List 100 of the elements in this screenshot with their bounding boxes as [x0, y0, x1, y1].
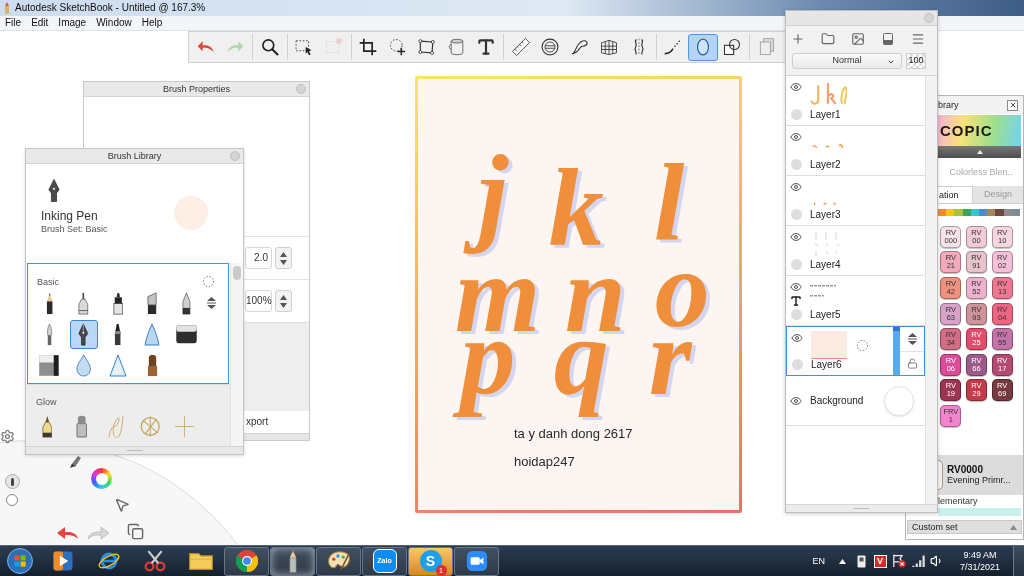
hue-swatch-icon[interactable] — [987, 209, 996, 216]
stepper-control[interactable] — [275, 247, 292, 269]
background-color-icon[interactable] — [884, 385, 914, 416]
visibility-eye-icon[interactable] — [790, 181, 802, 193]
scrollbar[interactable] — [230, 263, 243, 446]
hue-swatch-icon[interactable] — [995, 209, 1004, 216]
layer-icon[interactable] — [881, 32, 895, 46]
signal-icon[interactable] — [911, 555, 925, 567]
tray-arrow-icon[interactable] — [838, 558, 846, 564]
pages-icon[interactable] — [127, 523, 144, 540]
pointer-icon[interactable] — [114, 497, 130, 513]
value-field[interactable]: 2.0 — [245, 247, 272, 269]
show-desktop-button[interactable] — [1013, 546, 1024, 576]
taskbar-button[interactable] — [454, 546, 499, 576]
close-button[interactable] — [1007, 99, 1018, 111]
brush-icon[interactable] — [69, 453, 83, 469]
burst-icon — [140, 415, 161, 438]
hue-swatch-icon[interactable] — [1003, 209, 1012, 216]
hue-swatch-icon[interactable] — [954, 209, 963, 216]
scrollbar[interactable] — [925, 76, 937, 504]
scrollbar-thumb[interactable] — [233, 266, 241, 280]
copic-logo: COPIC — [940, 122, 993, 139]
pencil-icon — [3, 2, 11, 14]
blend-mode-dropdown[interactable]: Normal — [792, 53, 902, 69]
visibility-eye-icon[interactable] — [790, 81, 802, 93]
clock-date[interactable]: 7/31/2021 — [959, 561, 1000, 573]
hue-swatch-icon[interactable] — [979, 209, 988, 216]
network-warning-icon[interactable] — [892, 554, 906, 568]
scribble-icon — [108, 415, 124, 438]
layer-name: Layer6 — [811, 359, 843, 371]
value-field[interactable]: 100% — [245, 290, 272, 312]
visibility-eye-icon[interactable] — [790, 231, 802, 243]
brush-button[interactable] — [69, 320, 98, 349]
custom-set-bar[interactable]: Custom set — [907, 520, 1022, 534]
visibility-eye-icon[interactable] — [790, 281, 802, 293]
eraser-icon — [175, 324, 199, 345]
layer-thumbnail — [814, 231, 840, 257]
calligraphy-letter: l — [652, 159, 686, 248]
paintbrush-icon — [45, 323, 53, 346]
image-icon[interactable] — [851, 32, 865, 46]
hue-swatch-icon[interactable] — [946, 209, 955, 216]
brush-set[interactable]: Basic — [27, 263, 229, 384]
layer-radio-icon[interactable] — [790, 259, 802, 270]
antivirus-icon[interactable]: V — [873, 554, 887, 568]
layer-radio-icon[interactable] — [790, 209, 802, 220]
menu-icon[interactable] — [911, 32, 925, 46]
hue-swatch-icon[interactable] — [938, 209, 947, 216]
menu-item[interactable]: Image — [53, 16, 92, 30]
clock-time[interactable]: 9:49 AM — [963, 549, 997, 561]
ellipse-tool[interactable] — [688, 33, 718, 61]
calligraphy-letter: m — [454, 277, 542, 339]
hue-swatch-icon[interactable] — [970, 209, 979, 216]
resize-grip[interactable] — [26, 446, 243, 454]
layer-radio-icon[interactable] — [790, 109, 802, 120]
device-icon[interactable] — [856, 554, 866, 568]
layer-thumbnail — [810, 82, 847, 106]
tab[interactable]: ation — [938, 186, 973, 203]
layer-row[interactable]: Layer1 — [786, 76, 925, 126]
resize-grip[interactable] — [786, 504, 937, 512]
visibility-eye-icon[interactable] — [790, 131, 802, 143]
undo-arrow-icon[interactable] — [56, 525, 80, 541]
export-text[interactable]: xport — [246, 416, 269, 428]
layer-thumbnail — [810, 284, 836, 297]
hue-swatch-icon[interactable] — [962, 209, 971, 216]
layer-radio-icon[interactable] — [791, 359, 803, 370]
taskbar-button[interactable] — [224, 546, 269, 576]
reorder-icon[interactable] — [906, 332, 918, 345]
stepper-control[interactable] — [275, 290, 292, 312]
down-triangle-icon — [280, 302, 287, 308]
unlocked-icon[interactable] — [906, 357, 918, 369]
layer-name: Layer1 — [810, 109, 842, 121]
hue-swatch-icon[interactable] — [1011, 209, 1021, 216]
layer-radio-icon[interactable] — [790, 309, 802, 320]
settings-icon[interactable] — [0, 429, 15, 444]
layer-row[interactable]: Background — [786, 376, 925, 426]
menu-item[interactable]: Window — [91, 16, 137, 30]
nib-icon — [41, 415, 53, 438]
color-code: RV0000 — [947, 464, 984, 475]
panel-title: Brush Library — [107, 150, 162, 162]
folder-icon[interactable] — [821, 32, 835, 46]
perspective-grid-icon — [599, 37, 620, 57]
layer-row[interactable]: Layer6 — [786, 326, 925, 376]
visibility-eye-icon[interactable] — [791, 332, 803, 344]
menu-item[interactable]: Help — [136, 16, 168, 30]
taskbar-button[interactable] — [316, 546, 361, 576]
visibility-eye-icon[interactable] — [790, 394, 802, 407]
start-button-icon[interactable] — [7, 548, 33, 574]
taskbar-button[interactable] — [270, 546, 315, 576]
pencil-icon — [45, 292, 53, 315]
language-indicator[interactable]: EN — [812, 555, 825, 567]
up-triangle-icon — [280, 294, 287, 300]
calligraphy-letter: j — [458, 150, 522, 263]
brush-set[interactable]: Glow — [26, 384, 230, 446]
menu-item[interactable]: Edit — [26, 16, 54, 30]
layer-radio-icon[interactable] — [790, 159, 802, 170]
opacity-field[interactable]: 100 — [906, 53, 926, 69]
layer-name: Background — [810, 394, 864, 407]
ballpoint-pen-icon — [182, 292, 192, 315]
menu-item[interactable]: File — [0, 16, 27, 30]
up-triangle-icon — [1010, 524, 1017, 530]
